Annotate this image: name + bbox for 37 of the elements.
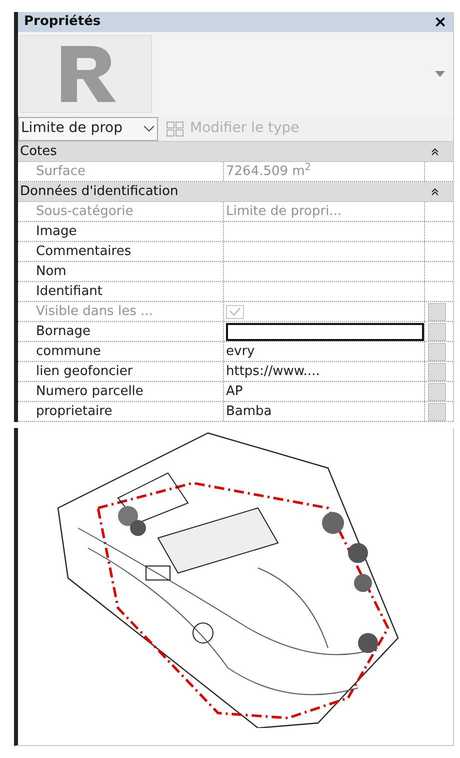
property-value: Limite de propri... <box>226 202 342 221</box>
property-label: Surface <box>36 162 86 181</box>
property-value: https://www.... <box>226 362 320 381</box>
collapse-icon[interactable] <box>431 148 439 156</box>
row-button[interactable] <box>428 402 446 420</box>
property-label: Bornage <box>36 322 90 341</box>
property-value: Bamba <box>226 402 272 421</box>
property-label: Identifiant <box>36 282 103 301</box>
property-label: Commentaires <box>36 242 132 261</box>
close-button[interactable]: × <box>434 14 447 30</box>
property-label: Sous-catégorie <box>36 202 134 221</box>
dropdown-arrow-icon[interactable] <box>435 71 445 77</box>
property-value: evry <box>226 342 255 361</box>
panel-title: Propriétés <box>24 13 101 32</box>
property-label: proprietaire <box>36 402 112 421</box>
property-label: Visible dans les ... <box>36 302 153 321</box>
collapse-icon[interactable] <box>431 188 439 196</box>
group-header[interactable]: Cotes <box>18 142 453 162</box>
row-button[interactable] <box>428 322 446 340</box>
property-label: commune <box>36 342 101 361</box>
input-field[interactable] <box>226 322 424 340</box>
row-button[interactable] <box>428 342 446 360</box>
group-title: Cotes <box>20 142 57 161</box>
property-value: 7264.509 m$^{2}$ <box>226 162 312 181</box>
edit-type-icon <box>166 120 184 136</box>
property-label: Image <box>36 222 77 241</box>
property-value: AP <box>226 382 243 401</box>
row-button[interactable] <box>428 362 446 380</box>
property-label: lien geofoncier <box>36 362 133 381</box>
row-button[interactable] <box>428 382 446 400</box>
property-label: Nom <box>36 262 66 281</box>
property-label: Numero parcelle <box>36 382 144 401</box>
checkmark-icon <box>229 307 241 316</box>
type-dropdown[interactable]: Limite de prop <box>18 116 158 140</box>
chevron-icon <box>143 125 155 132</box>
group-header[interactable]: Données d'identification <box>18 182 453 202</box>
group-title: Données d'identification <box>20 182 178 201</box>
